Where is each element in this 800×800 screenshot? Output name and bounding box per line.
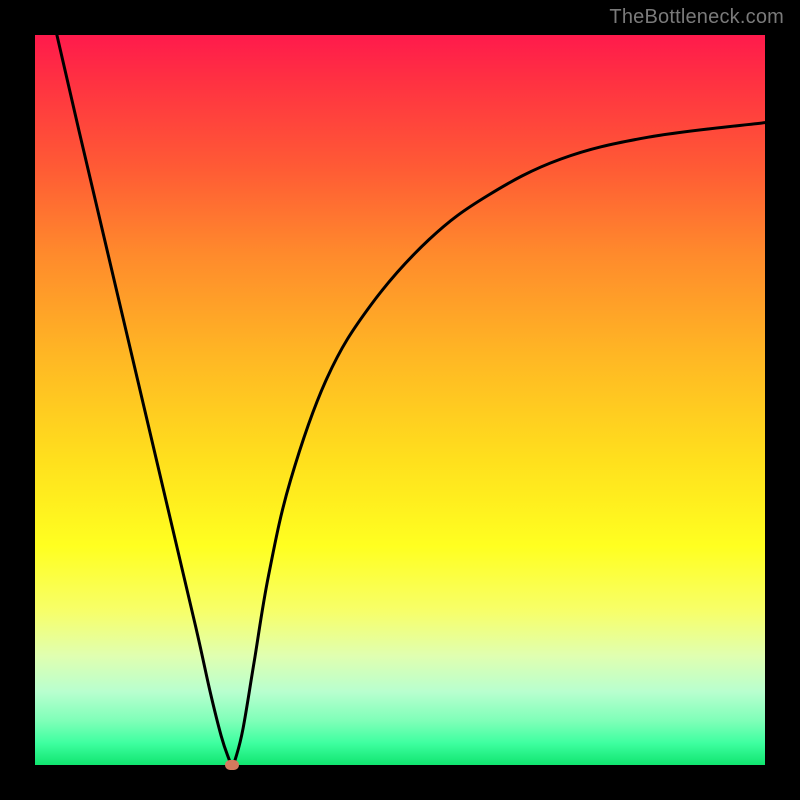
chart-min-marker xyxy=(225,760,239,770)
watermark-text: TheBottleneck.com xyxy=(609,6,784,29)
chart-curve-path xyxy=(57,35,765,765)
chart-curve-svg xyxy=(35,35,765,765)
chart-plot-area xyxy=(35,35,765,765)
chart-stage: TheBottleneck.com xyxy=(0,0,800,800)
